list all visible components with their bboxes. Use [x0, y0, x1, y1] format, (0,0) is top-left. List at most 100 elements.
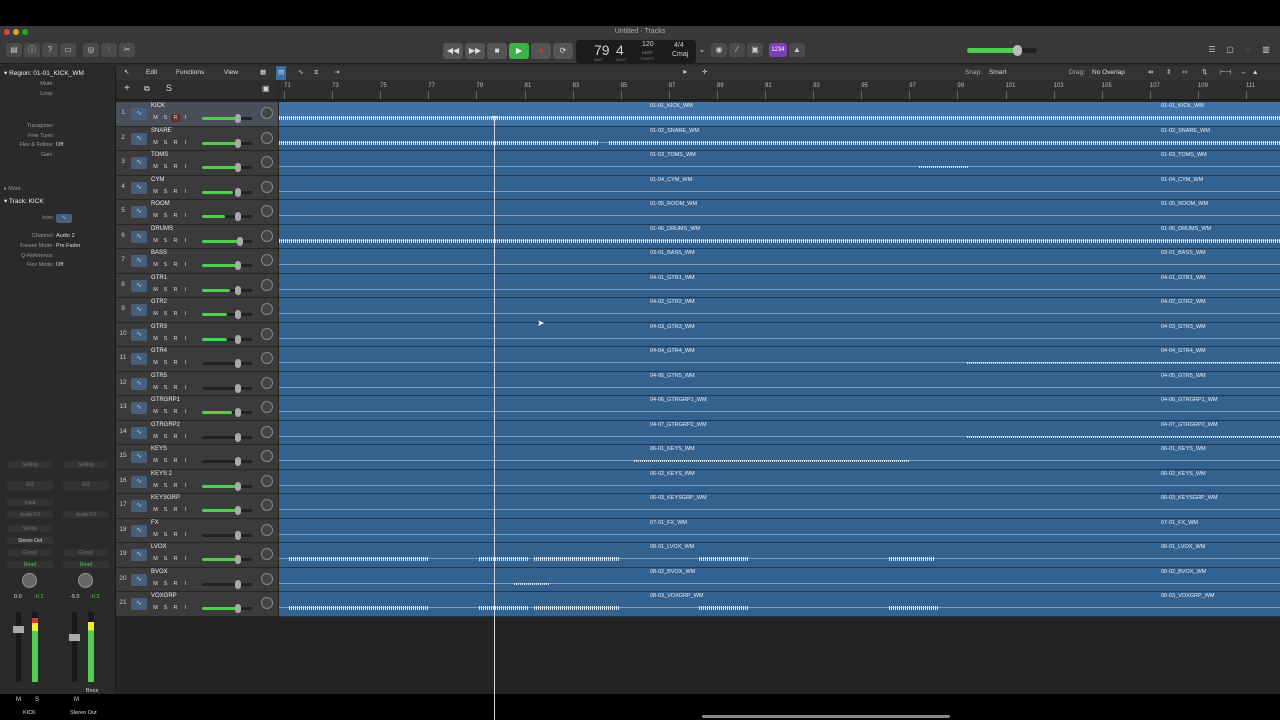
solo-button[interactable]: S [161, 506, 170, 514]
volume-slider[interactable] [202, 187, 252, 197]
solo-button[interactable]: S [161, 384, 170, 392]
region-name[interactable]: 06-03_KEYSGRP_WM [650, 495, 707, 501]
track-lane[interactable]: 04-02_GTR2_WM 04-02_GTR2_WM [279, 298, 1280, 323]
region-name[interactable]: 06-02_KEYS_WM [650, 471, 695, 477]
track-name[interactable]: GTR5 [151, 373, 167, 379]
volume-slider[interactable] [202, 530, 252, 540]
track-name[interactable]: LVOX [151, 544, 167, 550]
volume-slider[interactable] [202, 432, 252, 442]
record-button[interactable]: R [171, 531, 180, 539]
track-lane[interactable]: 06-02_KEYS_WM 06-02_KEYS_WM [279, 469, 1280, 494]
track-lane[interactable]: 08-03_VOXGRP_WM 08-03_VOXGRP_WM [279, 592, 1280, 617]
region-name[interactable]: 03-01_BASS_WM [650, 250, 695, 256]
solo-button[interactable]: S [161, 237, 170, 245]
cycle-button[interactable]: ⟳ [553, 43, 573, 59]
track-header-fx[interactable]: 18 ∿ FX M S R I [116, 518, 278, 543]
mute-button[interactable]: M [151, 408, 160, 416]
quick-help-icon[interactable]: ? [42, 43, 58, 57]
region-name[interactable]: 01-01_KICK_WM [1161, 103, 1204, 109]
solo-button[interactable]: S [161, 163, 170, 171]
volume-slider[interactable] [202, 310, 252, 319]
pan-knob[interactable] [78, 573, 93, 588]
mute-button[interactable]: M [74, 697, 79, 703]
metronome-icon[interactable]: ▲ [789, 43, 805, 57]
track-name[interactable]: TOMS [151, 152, 168, 158]
minimize-window-button[interactable] [13, 29, 19, 35]
replace-icon[interactable]: ⁄ [729, 43, 745, 57]
record-button[interactable]: R [171, 335, 180, 343]
automation-mode[interactable]: Read [62, 560, 110, 569]
track-header-snare[interactable]: 2 ∿ SNARE M S R I [116, 126, 278, 151]
region-name[interactable]: 04-05_GTR5_WM [1161, 373, 1206, 379]
record-button[interactable]: R [171, 433, 180, 441]
record-button[interactable]: ● [531, 43, 551, 59]
input-button[interactable]: I [181, 506, 190, 514]
track-lane[interactable]: 04-04_GTR4_WM 04-04_GTR4_WM [279, 347, 1280, 372]
region-param-row[interactable]: Gain: [0, 151, 116, 160]
param-value[interactable]: Audio 2 [56, 232, 75, 241]
catch-icon[interactable]: ⇥ [334, 66, 339, 80]
record-button[interactable]: R [171, 580, 180, 588]
count-in-icon[interactable]: 1234 [769, 43, 787, 57]
track-header-keysgrp[interactable]: 17 ∿ KEYSGRP M S R I [116, 494, 278, 519]
region-name[interactable]: 06-02_KEYS_WM [1161, 471, 1206, 477]
playhead[interactable] [494, 118, 495, 720]
rewind-button[interactable]: ◀◀ [443, 43, 463, 59]
mute-button[interactable]: M [151, 555, 160, 563]
mute-button[interactable]: M [151, 212, 160, 220]
track-name[interactable]: BVOX [151, 569, 168, 575]
mute-button[interactable]: M [151, 163, 160, 171]
inspector-icon[interactable]: ⓘ [24, 43, 40, 57]
pan-knob[interactable] [261, 303, 273, 315]
toolbar-icon[interactable]: ▭ [60, 43, 76, 57]
solo-button[interactable]: S [161, 580, 170, 588]
bar-ruler[interactable]: 71 73 75 77 79 81 83 85 87 89 91 93 95 97 99 101 103 105 1… [279, 80, 1280, 100]
volume-slider[interactable] [202, 579, 252, 589]
region-name[interactable]: 06-01_KEYS_WM [650, 446, 695, 452]
track-name[interactable]: GTR3 [151, 324, 167, 330]
mute-button[interactable]: M [151, 457, 160, 465]
record-button[interactable]: R [171, 261, 180, 269]
solo-button[interactable]: S [161, 359, 170, 367]
region-name[interactable]: 01-03_TOMS_WM [1161, 152, 1207, 158]
volume-slider[interactable] [202, 163, 252, 172]
track-param-row[interactable]: Channel: Audio 2 [0, 232, 116, 241]
volume-slider[interactable] [202, 408, 252, 417]
sends-slot[interactable]: Sends [6, 524, 54, 533]
input-button[interactable]: I [181, 384, 190, 392]
region-name[interactable]: 01-05_ROOM_WM [1161, 201, 1208, 207]
region-param-row[interactable]: Mute: [0, 80, 116, 89]
region-name[interactable]: 04-06_GTRGRP1_WM [1161, 397, 1218, 403]
mute-button[interactable]: M [151, 482, 160, 490]
snap-select[interactable]: Smart [989, 66, 1006, 80]
record-button[interactable]: R [171, 384, 180, 392]
region-name[interactable]: 04-02_GTR2_WM [650, 299, 695, 305]
track-lane[interactable]: 01-03_TOMS_WM 01-03_TOMS_WM [279, 151, 1280, 176]
track-lane[interactable]: 06-03_KEYSGRP_WM 06-03_KEYSGRP_WM [279, 494, 1280, 519]
mute-button[interactable]: M [151, 384, 160, 392]
region-name[interactable]: 04-05_GTR5_WM [650, 373, 695, 379]
pan-knob[interactable] [261, 131, 273, 144]
solo-button[interactable]: S [161, 433, 170, 441]
region-name[interactable]: 04-01_GTR1_WM [650, 275, 695, 281]
mute-button[interactable]: M [151, 114, 160, 122]
input-button[interactable]: I [181, 261, 190, 269]
region-name[interactable]: 01-01_KICK_WM [650, 103, 693, 109]
region-name[interactable]: 01-04_CYM_WM [650, 177, 692, 183]
input-button[interactable]: I [181, 482, 190, 490]
pan-knob[interactable] [261, 107, 273, 119]
region-param-row[interactable]: Flex & Follow: Off [0, 141, 116, 150]
track-param-row[interactable]: Q-Reference: [0, 252, 116, 261]
audio-fx-slot[interactable]: Audio FX [6, 510, 54, 519]
input-button[interactable]: I [181, 604, 190, 612]
record-button[interactable]: R [171, 188, 180, 196]
track-lane[interactable]: 06-01_KEYS_WM 06-01_KEYS_WM [279, 445, 1280, 470]
region-name[interactable]: 01-02_SNARE_WM [650, 128, 699, 134]
track-name[interactable]: VOXGRP [151, 593, 177, 599]
input-button[interactable]: I [181, 555, 190, 563]
pan-knob[interactable] [261, 499, 273, 511]
track-name[interactable]: FX [151, 520, 159, 526]
region-name[interactable]: 06-03_KEYSGRP_WM [1161, 495, 1218, 501]
track-name[interactable]: ROOM [151, 201, 170, 207]
region-name[interactable]: 08-01_LVOX_WM [650, 544, 694, 550]
